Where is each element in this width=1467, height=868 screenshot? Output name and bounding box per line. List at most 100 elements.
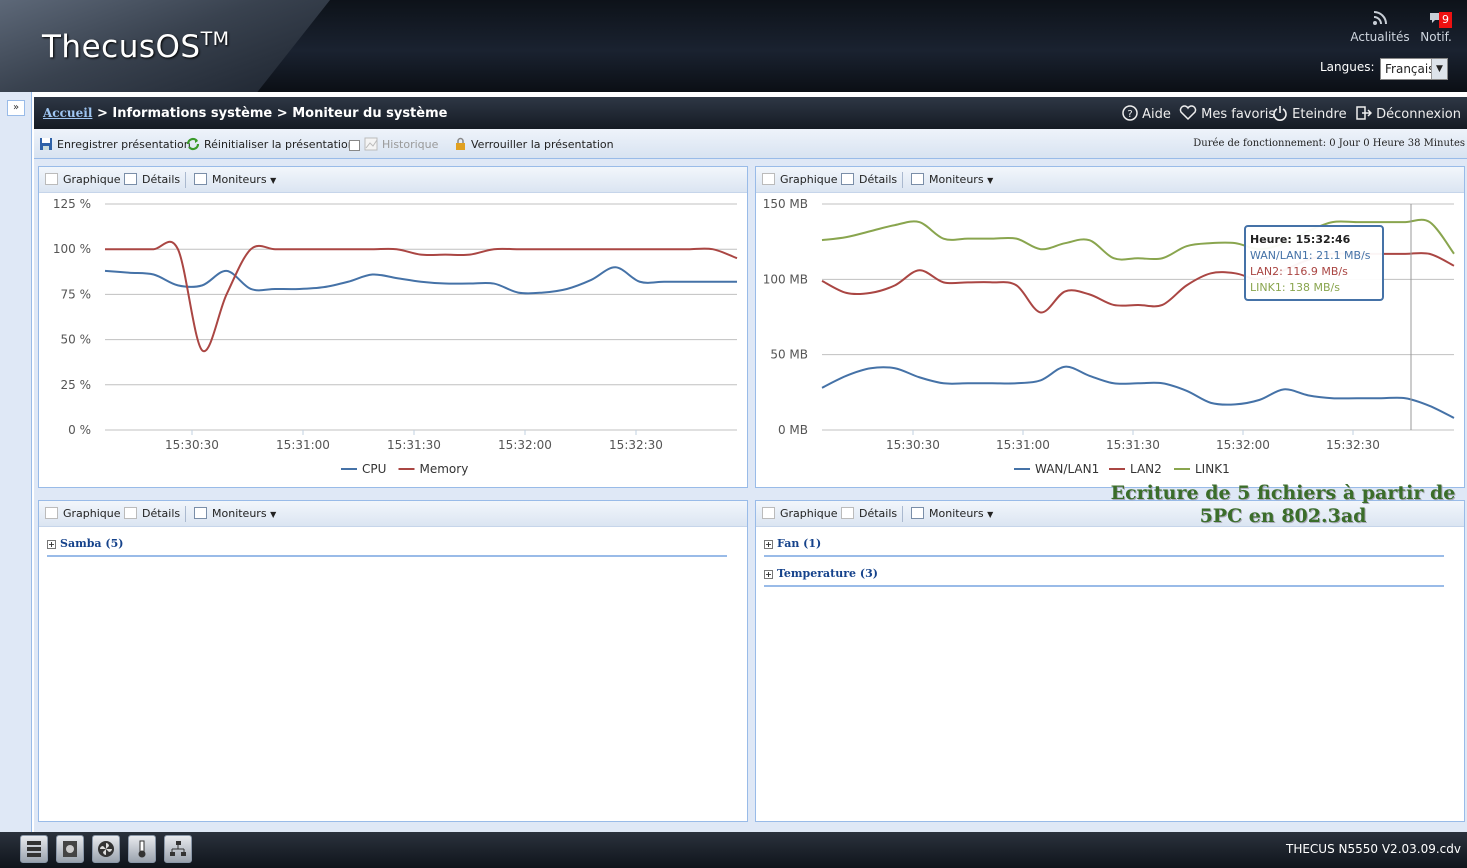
shutdown-button[interactable]: Eteindre xyxy=(1272,105,1347,122)
logout-button[interactable]: Déconnexion xyxy=(1355,105,1461,122)
tooltip-link1: LINK1: 138 MB/s xyxy=(1250,281,1340,294)
rss-icon xyxy=(1350,10,1410,30)
breadcrumb: Accueil > Informations système > Moniteu… xyxy=(43,106,447,121)
network-icon[interactable] xyxy=(164,835,192,863)
help-label: Aide xyxy=(1142,107,1171,122)
notif-button[interactable]: 9 Notif. xyxy=(1406,10,1466,44)
chart-icon xyxy=(45,507,58,519)
monitors-label: Moniteurs xyxy=(929,507,984,520)
monitors-menu[interactable]: Moniteurs ▼ xyxy=(911,507,993,520)
save-layout-label: Enregistrer présentation xyxy=(57,138,191,151)
breadcrumb-level2[interactable]: Informations système xyxy=(112,106,272,121)
disk-icon[interactable] xyxy=(56,835,84,863)
samba-panel: Graphique Détails Moniteurs ▼ + Samba (5) xyxy=(38,500,748,822)
breadcrumb-bar: Accueil > Informations système > Moniteu… xyxy=(34,97,1467,129)
monitors-label: Moniteurs xyxy=(212,507,267,520)
expand-icon[interactable]: + xyxy=(764,540,773,549)
reset-layout-button[interactable]: Réinitialiser la présentation xyxy=(186,137,355,151)
details-label: Détails xyxy=(142,173,181,186)
breadcrumb-current: Moniteur du système xyxy=(292,106,448,121)
lock-icon xyxy=(453,137,467,151)
graph-label: Graphique xyxy=(780,173,838,186)
tooltip-time: Heure: 15:32:46 xyxy=(1250,233,1351,246)
expand-icon[interactable]: + xyxy=(47,540,56,549)
details-tab[interactable]: Détails xyxy=(841,507,897,520)
details-tab[interactable]: Détails xyxy=(124,507,180,520)
y-tick-label: 100 % xyxy=(53,242,91,256)
history-label: Historique xyxy=(382,138,439,151)
y-tick-label: 150 MB xyxy=(763,197,808,211)
panel-toolbar: Graphique Détails Moniteurs ▼ xyxy=(39,167,747,193)
graph-tab[interactable]: Graphique xyxy=(762,507,838,520)
firmware-version: THECUS N5550 V2.03.09.cdv xyxy=(1285,842,1461,856)
language-value: Français xyxy=(1385,62,1435,76)
history-checkbox[interactable] xyxy=(349,140,360,151)
favorites-button[interactable]: Mes favoris xyxy=(1179,105,1275,122)
monitors-label: Moniteurs xyxy=(929,173,984,186)
expand-icon[interactable]: + xyxy=(764,570,773,579)
notif-count-badge: 9 xyxy=(1439,12,1452,28)
temperature-group-label: Temperature (3) xyxy=(777,567,878,580)
monitors-menu[interactable]: Moniteurs ▼ xyxy=(911,173,993,186)
shutdown-label: Eteindre xyxy=(1292,107,1347,122)
graph-tab[interactable]: Graphique xyxy=(45,173,121,186)
y-tick-label: 50 % xyxy=(61,333,92,347)
breadcrumb-home-link[interactable]: Accueil xyxy=(43,106,92,120)
monitors-menu[interactable]: Moniteurs ▼ xyxy=(194,173,276,186)
help-button[interactable]: ? Aide xyxy=(1122,105,1171,122)
thermometer-icon[interactable] xyxy=(128,835,156,863)
fan-group-header[interactable]: + Fan (1) xyxy=(764,537,1444,557)
chart-icon xyxy=(762,507,775,519)
monitor-icon xyxy=(911,173,924,185)
tooltip-lan2: LAN2: 116.9 MB/s xyxy=(1250,265,1348,278)
graph-label: Graphique xyxy=(63,173,121,186)
power-icon xyxy=(1272,106,1292,122)
chart-icon xyxy=(45,173,58,185)
chart-tooltip: Heure: 15:32:46 WAN/LAN1: 21.1 MB/s LAN2… xyxy=(1244,225,1384,301)
graph-tab[interactable]: Graphique xyxy=(45,507,121,520)
x-tick-label: 15:32:30 xyxy=(609,438,663,452)
save-layout-button[interactable]: Enregistrer présentation xyxy=(39,137,191,151)
samba-group-label: Samba (5) xyxy=(60,537,124,550)
y-tick-label: 50 MB xyxy=(770,348,808,362)
overlay-caption-line1: Ecriture de 5 fichiers à partir de xyxy=(1110,482,1456,504)
history-chart-icon xyxy=(364,137,378,151)
chevron-down-icon: ▼ xyxy=(987,176,994,185)
samba-group-header[interactable]: + Samba (5) xyxy=(47,537,727,557)
chevron-down-icon[interactable]: ▼ xyxy=(1431,59,1447,79)
history-button[interactable]: Historique xyxy=(349,137,438,151)
lock-layout-button[interactable]: Verrouiller la présentation xyxy=(453,137,614,151)
favorites-label: Mes favoris xyxy=(1201,107,1276,122)
details-tab[interactable]: Détails xyxy=(124,173,180,186)
legend-label: Memory xyxy=(420,462,469,476)
graph-label: Graphique xyxy=(780,507,838,520)
cpu-memory-chart: 0 % 25 % 50 % 75 % 100 % 125 % 15:30:30 15:31:0… xyxy=(53,197,738,476)
fan-icon[interactable] xyxy=(92,835,120,863)
details-tab[interactable]: Détails xyxy=(841,173,897,186)
server-icon[interactable] xyxy=(20,835,48,863)
separator xyxy=(902,172,903,188)
floppy-icon xyxy=(39,137,53,151)
notification-icon xyxy=(1406,10,1466,30)
news-button[interactable]: Actualités xyxy=(1350,10,1410,44)
y-tick-label: 125 % xyxy=(53,197,91,211)
expand-sidebar-button[interactable]: » xyxy=(7,100,25,116)
chevron-down-icon: ▼ xyxy=(270,510,277,519)
legend-label: LINK1 xyxy=(1195,462,1230,476)
separator xyxy=(185,506,186,522)
monitors-label: Moniteurs xyxy=(212,173,267,186)
x-tick-label: 15:31:30 xyxy=(1106,438,1160,452)
monitors-menu[interactable]: Moniteurs ▼ xyxy=(194,507,276,520)
breadcrumb-separator: > xyxy=(96,106,108,121)
temperature-group-header[interactable]: + Temperature (3) xyxy=(764,567,1444,587)
monitor-icon xyxy=(194,173,207,185)
svg-text:?: ? xyxy=(1127,109,1132,120)
network-panel: Graphique Détails Moniteurs ▼ 0 MB 50 MB 1… xyxy=(755,166,1465,488)
app-logo: ThecusOSTM xyxy=(42,28,230,65)
language-label: Langues: xyxy=(1320,60,1375,74)
graph-tab[interactable]: Graphique xyxy=(762,173,838,186)
language-select[interactable]: Français ▼ xyxy=(1380,58,1448,80)
refresh-icon xyxy=(186,137,200,151)
footer-bar: THECUS N5550 V2.03.09.cdv xyxy=(0,832,1467,868)
uptime-text: Durée de fonctionnement: 0 Jour 0 Heure … xyxy=(1193,138,1465,149)
